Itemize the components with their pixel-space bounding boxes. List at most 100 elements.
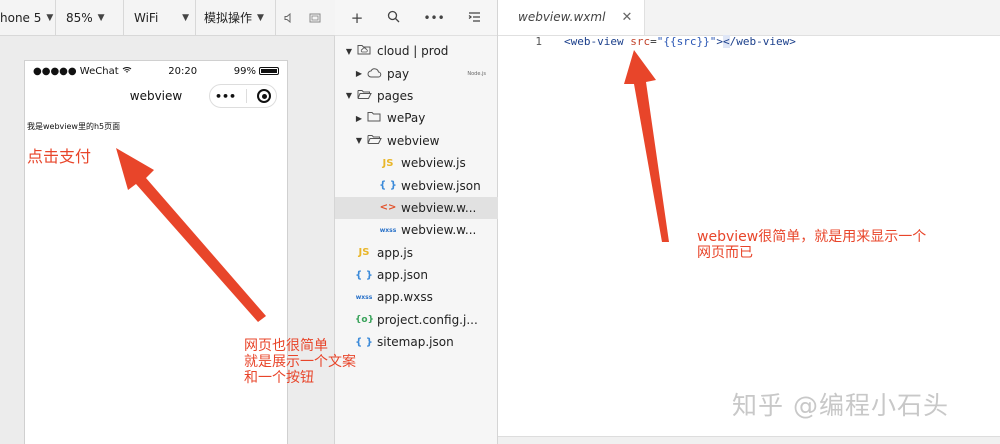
file-tree-label: webview.json (401, 178, 481, 193)
file-tree-item[interactable]: ▶ pay Node.js (335, 62, 498, 84)
file-tree-item[interactable]: wxss app.wxss (335, 286, 498, 308)
close-target-icon[interactable] (257, 89, 272, 103)
code-close-tag: /web-view> (729, 34, 796, 48)
zoom-select-label: 85% (66, 10, 93, 25)
js-file-icon: JS (358, 247, 370, 259)
device-select[interactable]: hone 5 ▼ (0, 0, 56, 36)
chevron-down-icon: ▼ (182, 12, 189, 23)
config-file-icon: {o} (355, 314, 374, 325)
line-number: 1 (535, 34, 542, 48)
caret-down-icon[interactable]: ▼ (343, 47, 355, 56)
nav-title: webview (129, 89, 183, 103)
code-gt: > (716, 34, 723, 48)
code-attr: src (630, 34, 651, 48)
file-tree-label: cloud | prod (377, 44, 449, 59)
file-tree: ▼ cloud | prod ▶ pay Node.js ▼ pages ▶ wePay ▼ web… (335, 40, 498, 353)
folder-icon (365, 111, 383, 125)
file-tree-label: webview.js (401, 156, 466, 171)
folder-open-icon (355, 89, 373, 103)
file-tree-item[interactable]: { } app.json (335, 264, 498, 286)
file-tree-label: app.json (377, 268, 428, 283)
cloud-folder-icon (355, 44, 373, 58)
caret-right-icon[interactable]: ▶ (353, 69, 365, 78)
carrier-label: ●●●●● WeChat (33, 65, 119, 77)
json-file-icon: { } (379, 180, 397, 192)
code-value: "{{src}}" (656, 34, 717, 48)
annotation-phone-note: 网页也很简单 就是展示一个文案 和一个按钮 (244, 338, 356, 386)
network-select-label: WiFi (134, 10, 159, 25)
battery-icon (258, 67, 279, 75)
wxss-file-icon: wxss (355, 293, 373, 301)
more-icon[interactable]: ••• (215, 90, 236, 103)
file-tree-label: app.wxss (377, 290, 433, 305)
code-line[interactable]: 1 <web-view src = "{{src}}" > < /web-vie… (498, 32, 796, 50)
file-tree-item[interactable]: JS webview.js (335, 152, 498, 174)
simulator-toolbar: hone 5 ▼ 85% ▼ WiFi ▼ 模拟操作 ▼ (0, 0, 335, 36)
collapse-icon[interactable] (468, 9, 481, 27)
more-icon[interactable]: ••• (423, 11, 444, 25)
code-editor: webview.wxml ✕ 1 <web-view src = "{{src}… (498, 0, 1000, 444)
pay-button[interactable]: 点击支付 (27, 143, 91, 167)
folder-open-icon (365, 134, 383, 148)
file-tree-label: app.js (377, 245, 413, 260)
file-tree-item[interactable]: JS app.js (335, 242, 498, 264)
caret-right-icon[interactable]: ▶ (353, 114, 365, 123)
file-explorer: + ••• ▼ cloud | prod ▶ pay Node.js ▼ pages ▶ weP… (335, 0, 498, 444)
capsule-divider (246, 89, 248, 103)
json-file-icon: { } (355, 336, 373, 348)
file-tree-label: webview (387, 133, 440, 148)
wxss-file-icon: wxss (379, 226, 397, 234)
device-select-label: hone 5 (0, 10, 42, 25)
nodejs-badge: Node.js (467, 70, 486, 77)
chevron-down-icon: ▼ (97, 12, 105, 23)
file-tree-item[interactable]: ▶ wePay (335, 107, 498, 129)
caret-down-icon[interactable]: ▼ (353, 136, 365, 145)
app-window: hone 5 ▼ 85% ▼ WiFi ▼ 模拟操作 ▼ ●●●●● WeCha… (0, 0, 1000, 444)
chevron-down-icon: ▼ (46, 12, 54, 23)
code-cursor-char: < (722, 34, 730, 48)
battery-percent: 99% (233, 65, 256, 77)
file-tree-item[interactable]: wxss webview.w... (335, 219, 498, 241)
file-tree-item[interactable]: <> webview.w... (335, 196, 498, 220)
navigation-bar: webview ••• (25, 81, 287, 111)
phone-screen: ●●●●● WeChat 20:20 99% webview ••• 我是web… (24, 60, 288, 444)
file-tree-label: pages (377, 88, 414, 103)
watermark: 知乎 @编程小石头 (732, 391, 949, 420)
file-tree-item[interactable]: { } webview.json (335, 174, 498, 196)
tab-label: webview.wxml (518, 10, 606, 24)
editor-status-bar (498, 436, 1000, 444)
file-tree-label: webview.w... (401, 223, 477, 238)
chevron-down-icon: ▼ (257, 12, 264, 23)
close-icon[interactable]: ✕ (621, 10, 632, 25)
operation-select[interactable]: 模拟操作 ▼ (196, 0, 276, 36)
zoom-select[interactable]: 85% ▼ (56, 0, 124, 36)
wxml-file-icon: <> (379, 202, 397, 214)
network-select[interactable]: WiFi ▼ (124, 0, 196, 36)
file-tree-label: sitemap.json (377, 335, 454, 350)
file-tree-item[interactable]: { } sitemap.json (335, 331, 498, 353)
code-eq: = (650, 34, 657, 48)
annotation-editor-note: webview很简单，就是用来显示一个 网页而已 (697, 229, 927, 261)
volume-icon[interactable] (276, 0, 302, 36)
editor-tabs: webview.wxml ✕ (498, 0, 1000, 36)
file-tree-item[interactable]: ▼ webview (335, 130, 498, 152)
window-icon[interactable] (302, 0, 328, 36)
file-tree-label: pay (387, 66, 410, 81)
file-tree-item[interactable]: {o} project.config.j... (335, 309, 498, 331)
capsule-menu: ••• (209, 84, 277, 108)
code-open-tag: <web-view (564, 34, 624, 48)
file-tree-label: webview.w... (401, 200, 477, 215)
wifi-icon (122, 66, 132, 77)
file-tree-item[interactable]: ▼ cloud | prod (335, 40, 498, 62)
search-icon[interactable] (387, 9, 400, 27)
operation-select-label: 模拟操作 (204, 11, 253, 25)
explorer-toolbar: + ••• (335, 0, 497, 36)
caret-down-icon[interactable]: ▼ (343, 91, 355, 100)
cloud-icon (365, 67, 383, 81)
file-tree-item[interactable]: ▼ pages (335, 85, 498, 107)
status-time: 20:20 (168, 65, 198, 77)
tab-webview-wxml[interactable]: webview.wxml ✕ (498, 0, 646, 35)
add-icon[interactable]: + (351, 9, 364, 27)
webview-text: 我是webview里的h5页面 (27, 122, 121, 131)
status-bar: ●●●●● WeChat 20:20 99% (25, 61, 287, 81)
